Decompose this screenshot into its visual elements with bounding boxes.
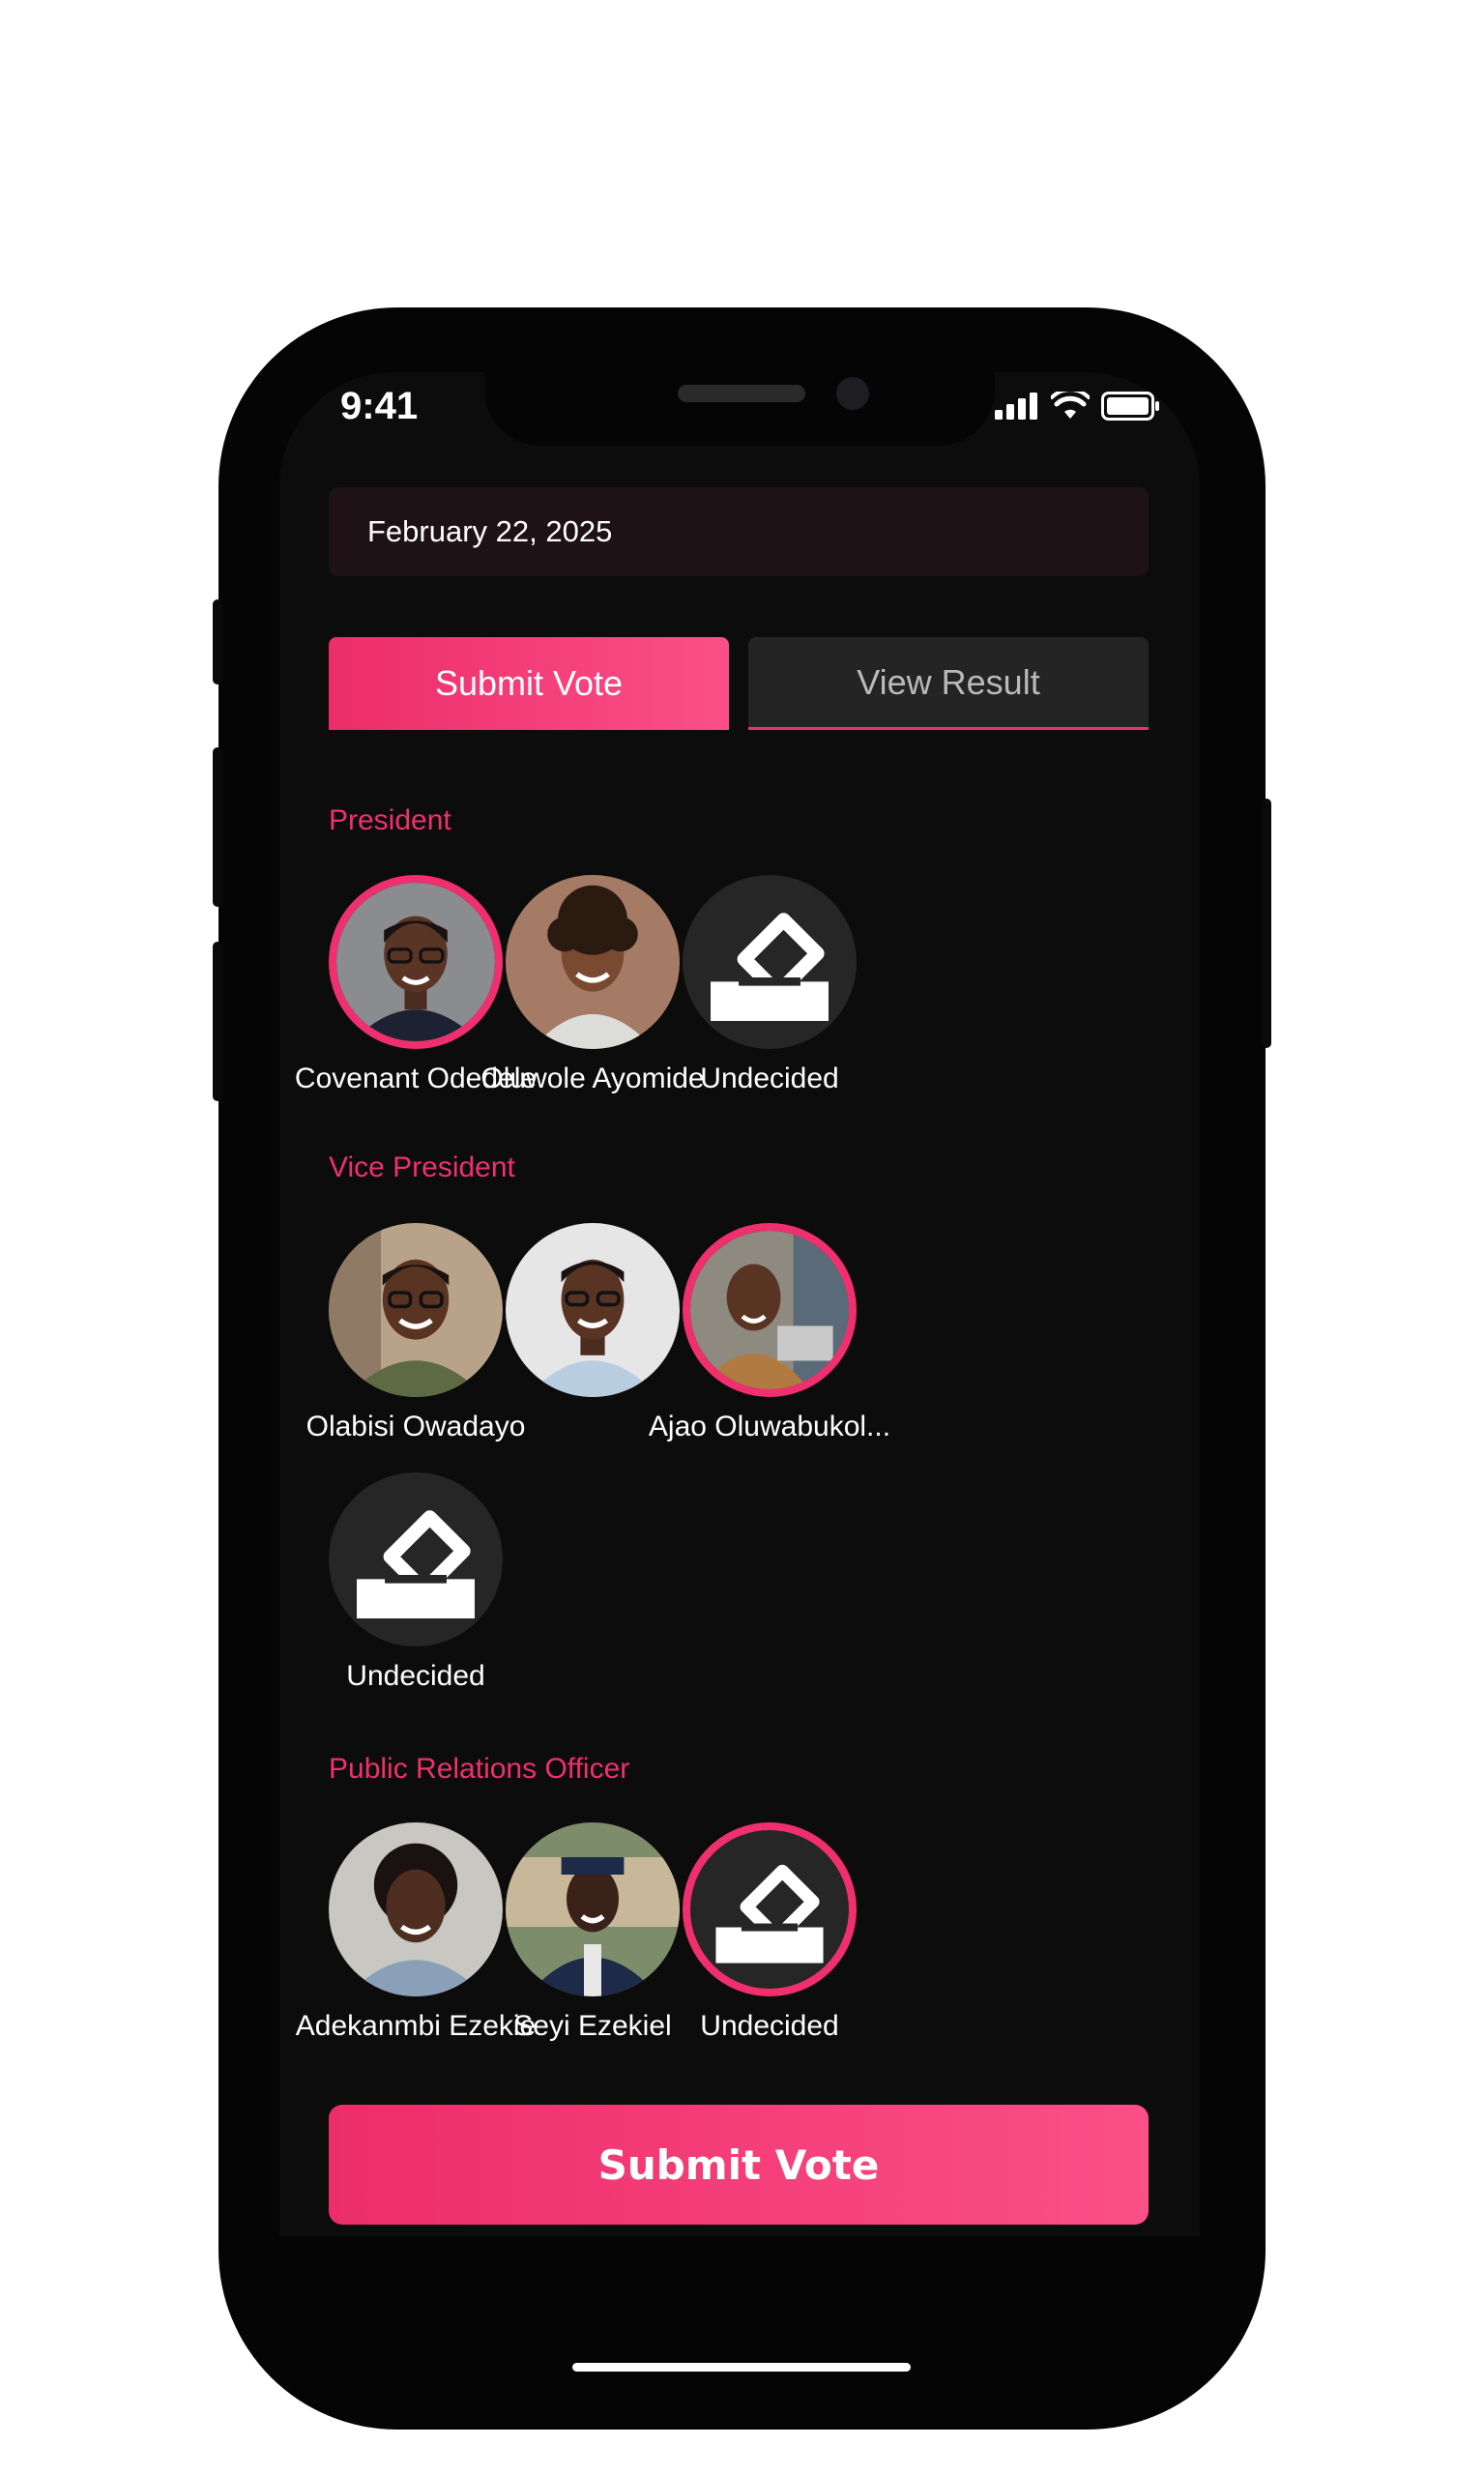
avatar [683, 1223, 857, 1397]
ballot-box-icon [711, 913, 829, 1021]
mute-switch [213, 599, 222, 684]
section-title-vice-president: Vice President [329, 1151, 515, 1183]
avatar [683, 1822, 857, 1996]
date-field[interactable]: February 22, 2025 [329, 487, 1149, 576]
candidate-name: Undecided [700, 2010, 839, 2042]
section-title-president: President [329, 804, 451, 836]
speaker [678, 385, 805, 402]
ballot-box-icon [715, 1864, 824, 1964]
front-camera [836, 377, 869, 410]
section-title-pro: Public Relations Officer [329, 1753, 630, 1785]
ballot-box-icon [357, 1510, 475, 1618]
candidate-name: Undecided [346, 1660, 485, 1692]
candidate-name: Olabisi Owadayo [306, 1411, 526, 1442]
wifi-icon [1051, 392, 1090, 419]
candidate-ajao-oluwabukola[interactable]: Ajao Oluwabukol... [628, 1223, 911, 1443]
candidate-undecided-pro[interactable]: Undecided [628, 1822, 911, 2043]
app-screen: 9:41 February 22, 2025 Submit Vote View … [279, 372, 1200, 2236]
avatar [683, 875, 857, 1049]
battery-icon [1101, 392, 1159, 421]
candidate-name: Ajao Oluwabukol... [648, 1411, 891, 1442]
notch [484, 372, 995, 446]
status-time: 9:41 [340, 385, 419, 427]
tab-view-result[interactable]: View Result [748, 637, 1149, 730]
avatar [329, 1472, 503, 1646]
person-photo-icon [690, 1231, 849, 1389]
home-indicator[interactable] [572, 2363, 911, 2372]
signal-icon [995, 393, 1037, 420]
candidate-name: Undecided [700, 1063, 839, 1094]
volume-down-button [213, 942, 222, 1101]
candidate-undecided-president[interactable]: Undecided [628, 875, 911, 1095]
volume-up-button [213, 747, 222, 907]
tab-submit-vote[interactable]: Submit Vote [329, 637, 729, 730]
power-button [1262, 799, 1271, 1048]
status-icons [995, 392, 1161, 421]
candidate-undecided-vice-president[interactable]: Undecided [279, 1472, 557, 1693]
submit-vote-button[interactable]: Submit Vote [329, 2105, 1149, 2225]
